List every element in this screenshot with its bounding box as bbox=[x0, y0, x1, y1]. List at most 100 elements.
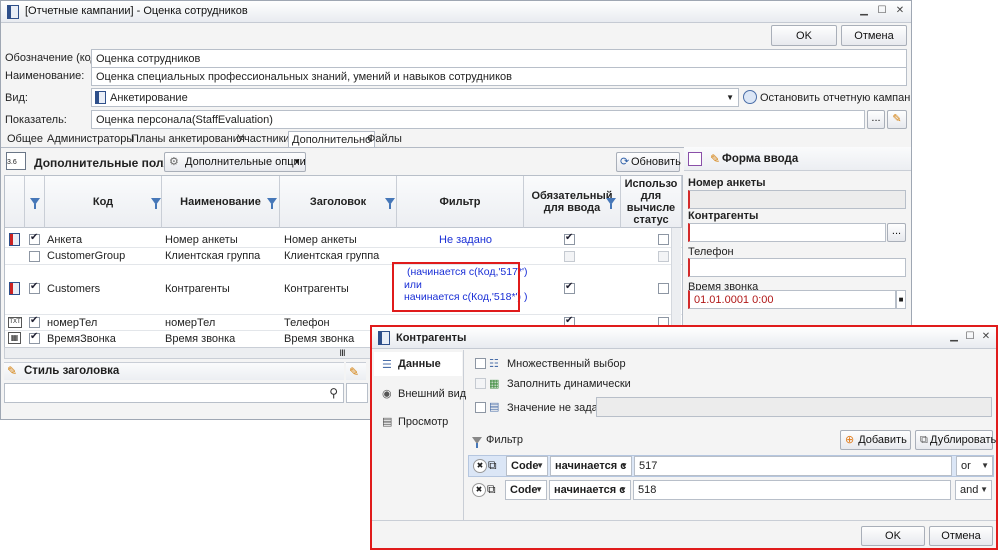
value-input[interactable]: 518 bbox=[633, 480, 951, 500]
grid-header-code[interactable]: Код bbox=[45, 176, 162, 228]
row-name[interactable]: Контрагенты bbox=[165, 283, 230, 295]
remove-icon[interactable]: ✖ bbox=[472, 483, 486, 497]
row-checkbox[interactable] bbox=[29, 232, 40, 245]
name-input[interactable]: Оценка специальных профессиональных знан… bbox=[91, 67, 907, 86]
maximize-icon[interactable]: ☐ bbox=[875, 4, 889, 18]
copy-icon[interactable]: ⧉ bbox=[487, 482, 496, 497]
dynamic-fill-label[interactable]: Заполнить динамически bbox=[507, 378, 631, 390]
stop-campaign-button[interactable]: Остановить отчетную кампанию bbox=[760, 92, 911, 104]
field-select[interactable]: Code ▼ bbox=[505, 480, 547, 500]
title-bar: [Отчетные кампании] - Оценка сотрудников… bbox=[1, 1, 911, 23]
filter-icon[interactable] bbox=[29, 198, 40, 209]
refresh-button[interactable]: ⟳ Обновить bbox=[616, 152, 681, 172]
nav-item-data[interactable]: Данные bbox=[398, 358, 441, 370]
grid-header-filter[interactable] bbox=[25, 176, 45, 228]
stop-icon[interactable] bbox=[743, 90, 757, 104]
maximize-icon[interactable]: ☐ bbox=[963, 330, 977, 344]
multi-select-label[interactable]: Множественный выбор bbox=[507, 358, 626, 370]
nav-item-appearance[interactable]: Внешний вид bbox=[398, 388, 466, 400]
row-code[interactable]: номерТел bbox=[47, 317, 97, 329]
row-caption[interactable]: Клиентская группа bbox=[284, 250, 379, 262]
calendar-icon[interactable]: ■ bbox=[896, 290, 906, 309]
field-select[interactable]: Code ▼ bbox=[506, 456, 548, 476]
used-checkbox[interactable] bbox=[658, 234, 669, 245]
not-set-label[interactable]: Значение не задано bbox=[507, 402, 610, 414]
not-set-checkbox[interactable] bbox=[475, 402, 486, 413]
row-name[interactable]: Номер анкеты bbox=[165, 234, 238, 246]
indicator-browse-button[interactable]: ... bbox=[867, 110, 885, 129]
caption-filter-icon[interactable] bbox=[385, 198, 395, 209]
multi-select-checkbox[interactable] bbox=[475, 358, 486, 369]
tab-admins[interactable]: Администраторы bbox=[44, 131, 137, 148]
row-checkbox[interactable] bbox=[29, 315, 40, 328]
nav-item-preview[interactable]: Просмотр bbox=[398, 416, 448, 428]
tab-plans[interactable]: Планы анкетирования bbox=[128, 131, 248, 148]
name-filter-icon[interactable] bbox=[267, 198, 277, 209]
tab-participants[interactable]: Участники bbox=[234, 131, 293, 148]
row-name[interactable]: Клиентская группа bbox=[165, 250, 260, 262]
list-icon: ☷ bbox=[489, 358, 499, 370]
cancel-button[interactable]: Отмена bbox=[841, 25, 907, 46]
logic-select[interactable]: or ▼ bbox=[956, 456, 993, 476]
row-filter[interactable]: Не задано bbox=[439, 234, 492, 246]
row-code[interactable]: Анкета bbox=[47, 234, 82, 246]
tab-additional[interactable]: Дополнительно bbox=[288, 131, 376, 148]
ok-button[interactable]: OK bbox=[771, 25, 837, 46]
filter-row[interactable]: ✖ ⧉ Code ▼ начинается с ▼ 517 or ▼ bbox=[468, 455, 994, 477]
value-input[interactable]: 517 bbox=[634, 456, 952, 476]
add-button[interactable]: ⊕ Добавить bbox=[840, 430, 911, 450]
extra-options-button[interactable]: ⚙ Дополнительные опции ▼ bbox=[164, 152, 306, 172]
row-checkbox[interactable] bbox=[29, 281, 40, 294]
copy-icon[interactable]: ⧉ bbox=[488, 458, 497, 473]
filter-row[interactable]: ✖ ⧉ Code ▼ начинается с ▼ 518 and ▼ bbox=[468, 480, 994, 502]
phone-input[interactable] bbox=[688, 258, 906, 277]
tab-general[interactable]: Общее bbox=[4, 131, 46, 148]
row-code[interactable]: CustomerGroup bbox=[47, 250, 125, 262]
row-checkbox[interactable] bbox=[29, 331, 40, 344]
search-icon[interactable]: ⚲ bbox=[329, 384, 338, 402]
used-checkbox[interactable] bbox=[658, 283, 669, 294]
dialog-cancel-button[interactable]: Отмена bbox=[929, 526, 993, 546]
not-set-input[interactable] bbox=[596, 397, 992, 417]
row-caption[interactable]: Контрагенты bbox=[284, 283, 349, 295]
indicator-input[interactable]: Оценка персонала(StaffEvaluation) bbox=[91, 110, 865, 129]
grid-header-name[interactable]: Наименование bbox=[162, 176, 280, 228]
chevron-down-icon[interactable]: ▼ bbox=[726, 89, 734, 106]
style-search-input[interactable]: ⚲ bbox=[4, 383, 344, 403]
grid-header-filter-col[interactable]: Фильтр bbox=[397, 176, 524, 228]
questionnaire-number-input[interactable] bbox=[688, 190, 906, 209]
row-code[interactable]: Customers bbox=[47, 283, 100, 295]
logic-select[interactable]: and ▼ bbox=[955, 480, 992, 500]
required-checkbox[interactable] bbox=[564, 281, 575, 294]
minimize-icon[interactable]: ▁ bbox=[947, 330, 961, 344]
required-filter-icon[interactable] bbox=[606, 198, 616, 209]
row-caption[interactable]: Номер анкеты bbox=[284, 234, 357, 246]
row-name[interactable]: Время звонка bbox=[165, 333, 235, 345]
second-panel-input[interactable] bbox=[346, 383, 368, 403]
row-caption[interactable]: Время звонка bbox=[284, 333, 354, 345]
row-code[interactable]: ВремяЗвонка bbox=[47, 333, 116, 345]
type-select[interactable]: Анкетирование ▼ bbox=[91, 88, 739, 107]
call-time-input[interactable]: 01.01.0001 0:00 bbox=[688, 290, 896, 309]
grid-header-used[interactable]: Использо для вычисле статус bbox=[621, 176, 682, 228]
close-icon[interactable]: ✕ bbox=[979, 330, 993, 344]
required-checkbox[interactable] bbox=[564, 232, 575, 245]
minimize-icon[interactable]: ▁ bbox=[857, 4, 871, 18]
clear-icon[interactable]: ✎ bbox=[887, 110, 907, 129]
row-caption[interactable]: Телефон bbox=[284, 317, 330, 329]
row-checkbox[interactable] bbox=[29, 251, 40, 262]
remove-icon[interactable]: ✖ bbox=[473, 459, 487, 473]
operator-select[interactable]: начинается с ▼ bbox=[550, 456, 632, 476]
duplicate-button[interactable]: ⧉ Дублировать bbox=[915, 430, 996, 450]
plus-icon: ⊕ bbox=[845, 434, 855, 446]
dialog-ok-button[interactable]: OK bbox=[861, 526, 925, 546]
code-filter-icon[interactable] bbox=[151, 198, 161, 209]
tab-files[interactable]: Файлы bbox=[364, 131, 405, 148]
grid-header-caption[interactable]: Заголовок bbox=[280, 176, 397, 228]
row-name[interactable]: номерТел bbox=[165, 317, 215, 329]
counterparty-browse-button[interactable]: ... bbox=[887, 223, 906, 242]
close-icon[interactable]: ✕ bbox=[893, 4, 907, 18]
code-input[interactable]: Оценка сотрудников bbox=[91, 49, 907, 68]
operator-select[interactable]: начинается с ▼ bbox=[549, 480, 631, 500]
counterparty-input[interactable] bbox=[688, 223, 886, 242]
